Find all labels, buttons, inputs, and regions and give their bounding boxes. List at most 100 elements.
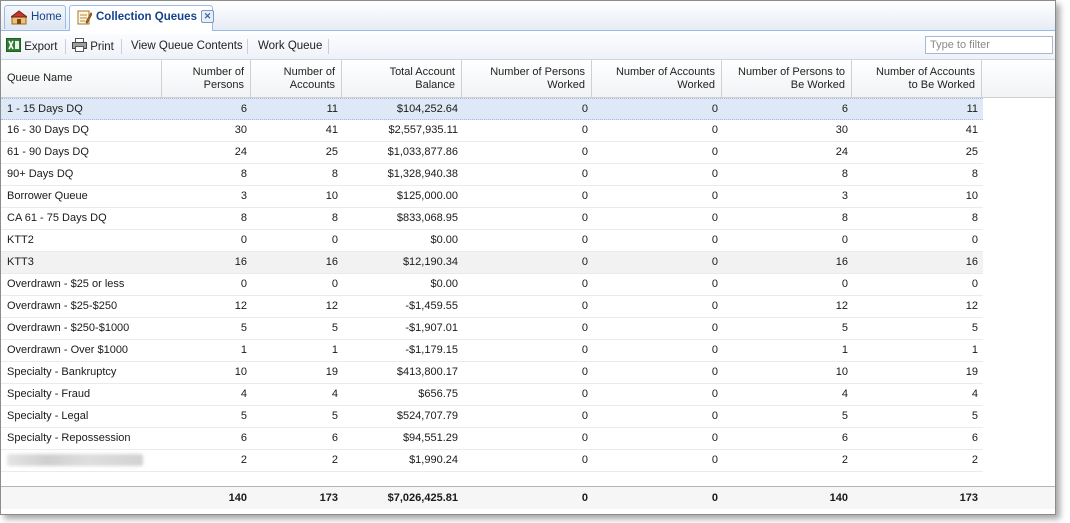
- table-row[interactable]: Overdrawn - $250-$1000 5 5 -$1,907.01 0 0 5 5: [1, 318, 983, 340]
- cell-accounts: 19: [325, 366, 338, 378]
- cell-persons-worked: 0: [581, 234, 588, 246]
- excel-icon: [6, 38, 21, 52]
- column-header-line: Worked: [677, 78, 715, 91]
- cell-persons-worked: 0: [581, 212, 588, 224]
- cell-persons: 0: [240, 234, 247, 246]
- cell-persons-worked: 0: [581, 190, 588, 202]
- cell-persons-to-work: 1: [841, 344, 848, 356]
- cell-persons-to-work: 0: [841, 234, 848, 246]
- home-icon: [11, 10, 27, 25]
- cell-total-balance: $0.00: [430, 234, 458, 246]
- filter-input[interactable]: [925, 36, 1053, 54]
- total-total-balance: $7,026,425.81: [387, 492, 458, 504]
- column-header-accounts-to-work[interactable]: Number of Accounts to Be Worked: [852, 60, 982, 97]
- total-persons: 140: [228, 492, 247, 504]
- table-row[interactable]: Borrower Queue 3 10 $125,000.00 0 0 3 10: [1, 186, 983, 208]
- cell-queue-name: Overdrawn - $25-$250: [7, 300, 118, 312]
- column-header-queue-name[interactable]: Queue Name: [1, 60, 162, 97]
- table-row[interactable]: 2 2 $1,990.24 0 0 2 2: [1, 450, 983, 472]
- table-row[interactable]: KTT3 16 16 $12,190.34 0 0 16 16: [1, 252, 983, 274]
- cell-persons: 6: [240, 432, 247, 444]
- work-queue-button[interactable]: Work Queue: [258, 38, 322, 55]
- export-button[interactable]: Export: [6, 38, 57, 55]
- cell-accounts: 1: [331, 344, 338, 356]
- table-row[interactable]: CA 61 - 75 Days DQ 8 8 $833,068.95 0 0 8 8: [1, 208, 983, 230]
- view-queue-contents-button[interactable]: View Queue Contents: [131, 38, 243, 55]
- cell-queue-name: Overdrawn - Over $1000: [7, 344, 129, 356]
- column-header-persons-to-work[interactable]: Number of Persons to Be Worked: [722, 60, 852, 97]
- cell-total-balance: $656.75: [418, 388, 458, 400]
- cell-persons-to-work: 24: [835, 146, 848, 158]
- cell-accounts-worked: 0: [711, 256, 718, 268]
- table-row[interactable]: Specialty - Repossession 6 6 $94,551.29 0 0 6 6: [1, 428, 983, 450]
- table-row[interactable]: 1 - 15 Days DQ 6 11 $104,252.64 0 0 6 11: [1, 98, 983, 120]
- tab-home[interactable]: Home: [4, 5, 66, 29]
- cell-total-balance: $2,557,935.11: [388, 124, 458, 136]
- cell-total-balance: -$1,907.01: [405, 322, 458, 334]
- cell-persons-worked: 0: [581, 278, 588, 290]
- app-window: Home Collection Queues ✕ Export Print Vi…: [0, 0, 1056, 515]
- cell-accounts-to-work: 5: [971, 322, 978, 334]
- tab-collection-queues[interactable]: Collection Queues ✕: [69, 5, 214, 31]
- cell-accounts: 10: [325, 190, 338, 202]
- column-header-total-balance[interactable]: Total Account Balance: [342, 60, 462, 97]
- cell-accounts: 11: [326, 103, 338, 115]
- column-header-label: Number of Accounts to Be Worked: [876, 66, 975, 92]
- table-row[interactable]: Specialty - Bankruptcy 10 19 $413,800.17 0 0 1…: [1, 362, 983, 384]
- cell-persons: 1: [240, 344, 247, 356]
- cell-accounts-to-work: 41: [965, 124, 978, 136]
- cell-persons-worked: 0: [581, 124, 588, 136]
- cell-persons-to-work: 16: [835, 256, 848, 268]
- column-header-accounts-worked[interactable]: Number of Accounts Worked: [592, 60, 722, 97]
- cell-persons-to-work: 12: [835, 300, 848, 312]
- table-row[interactable]: KTT2 0 0 $0.00 0 0 0 0: [1, 230, 983, 252]
- table-row[interactable]: Specialty - Legal 5 5 $524,707.79 0 0 5 5: [1, 406, 983, 428]
- close-tab-icon[interactable]: ✕: [200, 10, 214, 23]
- column-header-line: Number of Persons to: [738, 65, 845, 78]
- column-header-persons-worked[interactable]: Number of Persons Worked: [462, 60, 592, 97]
- cell-accounts: 2: [331, 454, 338, 466]
- cell-persons-to-work: 3: [841, 190, 848, 202]
- cell-accounts-worked: 0: [711, 212, 718, 224]
- cell-accounts-to-work: 5: [971, 410, 978, 422]
- column-header-persons[interactable]: Number of Persons: [162, 60, 251, 97]
- cell-total-balance: $12,190.34: [402, 256, 458, 268]
- cell-accounts-to-work: 0: [971, 234, 978, 246]
- cell-accounts-worked: 0: [711, 168, 718, 180]
- toolbar-separator: [328, 39, 329, 54]
- column-header-line: to Be Worked: [908, 78, 975, 91]
- cell-persons-to-work: 6: [841, 432, 848, 444]
- table-row[interactable]: Overdrawn - Over $1000 1 1 -$1,179.15 0 0 1 1: [1, 340, 983, 362]
- cell-accounts: 12: [325, 300, 338, 312]
- cell-persons: 2: [240, 454, 247, 466]
- table-row[interactable]: 61 - 90 Days DQ 24 25 $1,033,877.86 0 0 24 25: [1, 142, 983, 164]
- column-header-accounts[interactable]: Number of Accounts: [251, 60, 342, 97]
- cell-persons-to-work: 5: [841, 410, 848, 422]
- cell-accounts-to-work: 11: [966, 103, 978, 115]
- cell-accounts-worked: 0: [711, 322, 718, 334]
- cell-accounts-to-work: 12: [965, 300, 978, 312]
- cell-accounts-to-work: 4: [971, 388, 978, 400]
- table-row[interactable]: Overdrawn - $25-$250 12 12 -$1,459.55 0 0 12 12: [1, 296, 983, 318]
- cell-queue-name: 61 - 90 Days DQ: [7, 146, 89, 158]
- cell-queue-name: KTT3: [7, 256, 34, 268]
- table-row[interactable]: Specialty - Fraud 4 4 $656.75 0 0 4 4: [1, 384, 983, 406]
- column-header-line: Number of Accounts: [615, 65, 715, 78]
- cell-queue-name: Overdrawn - $250-$1000: [7, 322, 130, 334]
- column-header-line: Number of Accounts: [875, 65, 975, 78]
- cell-accounts-worked: 0: [711, 146, 718, 158]
- table-row[interactable]: 90+ Days DQ 8 8 $1,328,940.38 0 0 8 8: [1, 164, 983, 186]
- cell-persons: 0: [240, 278, 247, 290]
- cell-accounts: 0: [331, 278, 338, 290]
- cell-total-balance: $413,800.17: [396, 366, 458, 378]
- table-row[interactable]: 16 - 30 Days DQ 30 41 $2,557,935.11 0 0 30 41: [1, 120, 983, 142]
- cell-persons-to-work: 0: [841, 278, 848, 290]
- column-header-line: Total Account: [389, 65, 455, 78]
- column-header-label: Number of Persons to Be Worked: [738, 66, 845, 92]
- table-row[interactable]: Overdrawn - $25 or less 0 0 $0.00 0 0 0 0: [1, 274, 983, 296]
- cell-total-balance: $0.00: [430, 278, 458, 290]
- cell-accounts-to-work: 16: [965, 256, 978, 268]
- total-accounts-to-work: 173: [959, 492, 978, 504]
- print-button[interactable]: Print: [72, 38, 114, 55]
- cell-persons: 5: [240, 410, 247, 422]
